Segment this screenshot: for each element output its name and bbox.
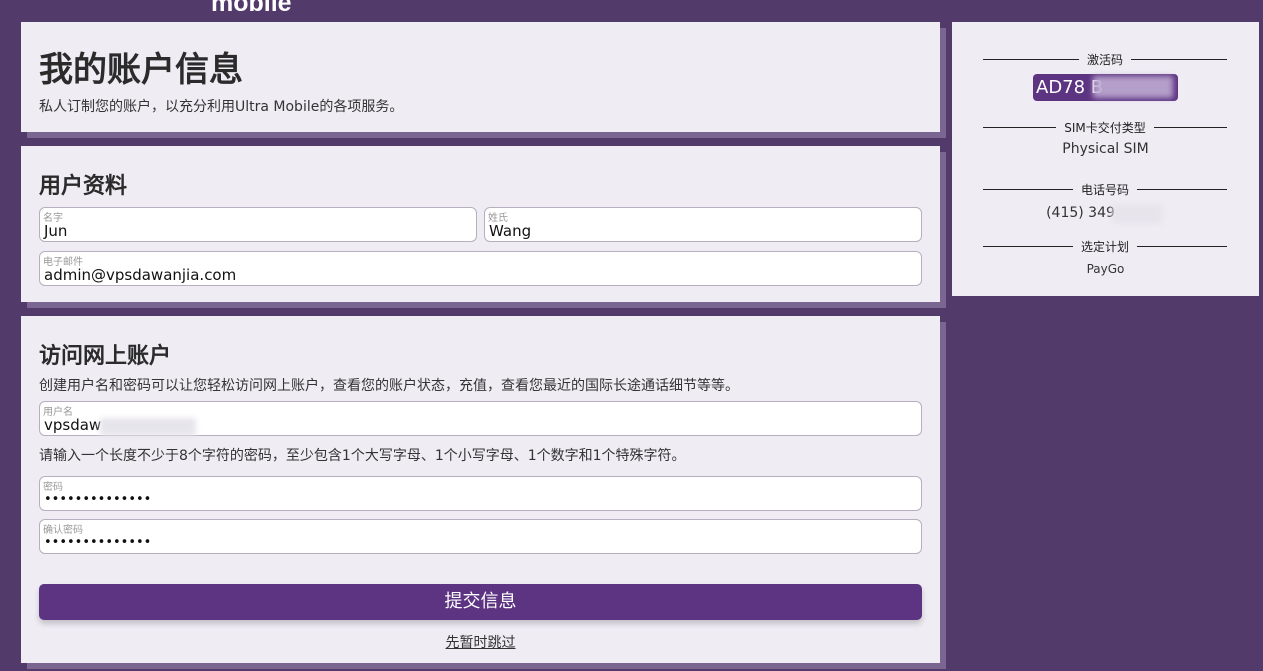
plan-heading: 选定计划 [983, 238, 1228, 254]
activation-code-label: 激活码 [1087, 52, 1124, 67]
confirm-password-field[interactable]: 确认密码 •••••••••••••• [39, 519, 922, 554]
activation-code-heading: 激活码 [983, 51, 1228, 67]
redaction-blur [1112, 205, 1162, 223]
redaction-blur [100, 418, 196, 436]
activation-code-value: AD78 B [1033, 74, 1178, 101]
sim-type-value: Physical SIM [1062, 141, 1149, 157]
email-value: admin@vpsdawanjia.com [44, 266, 237, 284]
password-field[interactable]: 密码 •••••••••••••• [39, 476, 922, 511]
account-header-card: 我的账户信息 私人订制您的账户，以充分利用Ultra Mobile的各项服务。 [21, 22, 940, 132]
username-value: vpsdaw [44, 416, 102, 434]
order-summary-panel: 激活码 AD78 B SIM卡交付类型 Physical SIM 电话号码 (4… [952, 22, 1259, 296]
last-name-value: Wang [489, 222, 532, 240]
brand-logo: mobile [211, 0, 292, 17]
page-subtitle: 私人订制您的账户，以充分利用Ultra Mobile的各项服务。 [39, 99, 404, 115]
last-name-field[interactable]: 姓氏 Wang [484, 207, 922, 242]
confirm-password-value: •••••••••••••• [44, 535, 152, 550]
username-field[interactable]: 用户名 vpsdaw [39, 401, 922, 436]
profile-title: 用户资料 [39, 174, 128, 199]
password-hint: 请输入一个长度不少于8个字符的密码，至少包含1个大写字母、1个小写字母、1个数字… [39, 448, 686, 464]
first-name-value: Jun [44, 222, 68, 240]
plan-label: 选定计划 [1081, 239, 1130, 254]
plan-value: PayGo [1086, 262, 1125, 276]
phone-label: 电话号码 [1081, 182, 1130, 197]
sim-type-heading: SIM卡交付类型 [983, 119, 1228, 135]
email-field[interactable]: 电子邮件 admin@vpsdawanjia.com [39, 251, 922, 286]
page-title: 我的账户信息 [39, 50, 243, 90]
skip-link[interactable]: 先暂时跳过 [21, 632, 940, 652]
confirm-password-label: 确认密码 [43, 525, 83, 536]
sim-type-label: SIM卡交付类型 [1064, 120, 1146, 135]
password-value: •••••••••••••• [44, 492, 152, 507]
profile-card: 用户资料 名字 Jun 姓氏 Wang 电子邮件 admin@vpsdawanj… [21, 146, 940, 302]
online-access-description: 创建用户名和密码可以让您轻松访问网上账户，查看您的账户状态，充值，查看您最近的国… [39, 378, 739, 394]
online-access-card: 访问网上账户 创建用户名和密码可以让您轻松访问网上账户，查看您的账户状态，充值，… [21, 316, 940, 663]
first-name-field[interactable]: 名字 Jun [39, 207, 477, 242]
password-label: 密码 [43, 482, 63, 493]
submit-button[interactable]: 提交信息 [39, 584, 922, 620]
phone-value: (415) 349 [1046, 205, 1115, 221]
online-access-title: 访问网上账户 [39, 344, 172, 369]
redaction-blur [1093, 76, 1173, 98]
phone-heading: 电话号码 [983, 181, 1228, 197]
